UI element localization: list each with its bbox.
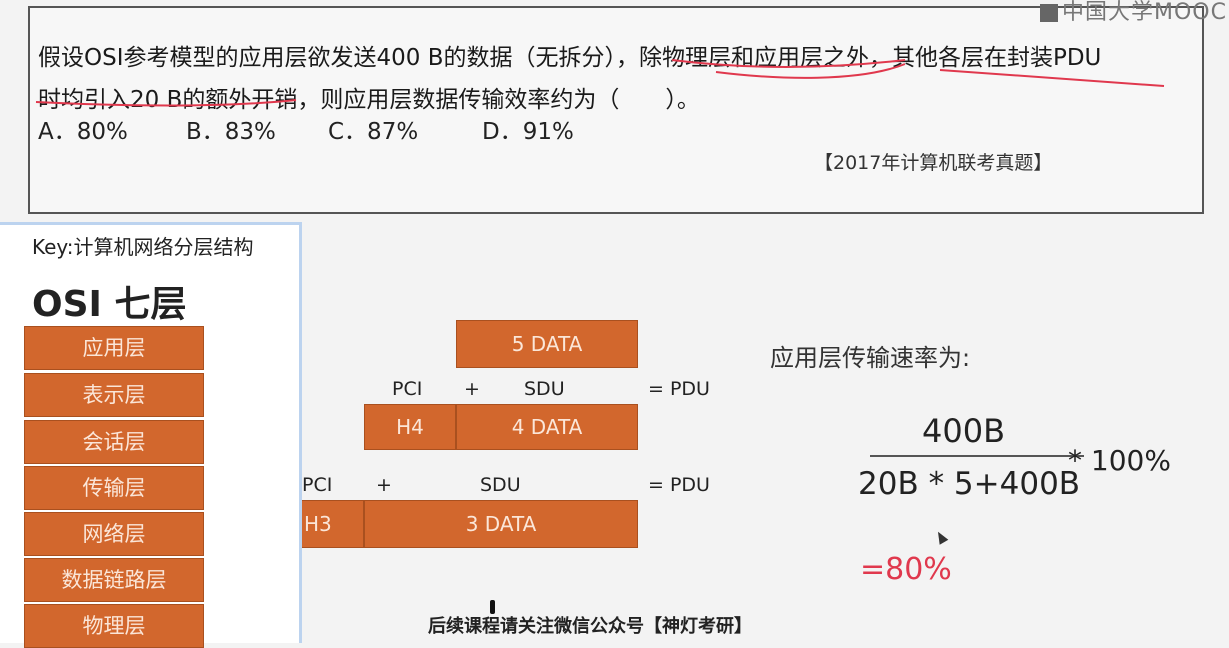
layer-datalink: 数据链路层 (24, 558, 204, 602)
data-box-4: 4 DATA (456, 404, 638, 450)
data-box-5: 5 DATA (456, 320, 638, 368)
left-panel: Key:计算机网络分层结构 OSI 七层 应用层 表示层 会话层 传输层 网络层… (0, 222, 302, 648)
mouse-cursor-icon (933, 529, 949, 545)
question-box: 假设OSI参考模型的应用层欲发送400 B的数据（无拆分），除物理层和应用层之外… (28, 6, 1204, 214)
logo-text: 中国大学MOOC (1062, 0, 1227, 25)
plus-label-row2: + (464, 378, 480, 400)
sdu-label-row2: SDU (524, 378, 565, 400)
header-box-h4: H4 (364, 404, 456, 450)
layer-application: 应用层 (24, 326, 204, 370)
fraction-denominator: 20B * 5+400B (858, 466, 1081, 502)
layer-physical: 物理层 (24, 604, 204, 648)
data-box-3: 3 DATA (364, 500, 638, 548)
footer-note: 后续课程请关注微信公众号【神灯考研】 (428, 616, 752, 637)
osi-title: OSI 七层 (32, 284, 187, 325)
mooc-logo: 中国大学MOOC (1040, 0, 1227, 26)
option-a: A．80% (38, 119, 128, 145)
layer-network: 网络层 (24, 512, 204, 556)
question-line-2: 时均引入20 B的额外开销，则应用层数据传输效率约为（ ）。 (38, 87, 700, 113)
result-value: =80% (860, 552, 952, 587)
header-box-h3: H3 (302, 500, 364, 548)
pdu-label-row2: = PDU (648, 378, 710, 400)
sdu-label-row3: SDU (480, 474, 521, 496)
layer-presentation: 表示层 (24, 373, 204, 417)
question-line-1: 假设OSI参考模型的应用层欲发送400 B的数据（无拆分），除物理层和应用层之外… (38, 45, 1102, 71)
layer-transport: 传输层 (24, 466, 204, 510)
fraction-numerator: 400B (922, 412, 1006, 450)
option-c: C．87% (328, 119, 419, 145)
calc-title: 应用层传输速率为: (770, 344, 971, 372)
fraction-line (870, 455, 1084, 457)
option-d: D．91% (482, 119, 574, 145)
pci-label-row2: PCI (392, 378, 423, 400)
logo-icon (1040, 4, 1058, 22)
option-b: B．83% (186, 119, 276, 145)
pdu-label-row3: = PDU (648, 474, 710, 496)
pci-label-row3: PCI (302, 474, 333, 496)
layer-session: 会话层 (24, 420, 204, 464)
plus-label-row3: + (376, 474, 392, 496)
question-source: 【2017年计算机联考真题】 (814, 152, 1053, 174)
key-label: Key:计算机网络分层结构 (32, 235, 254, 259)
multiplier: * 100% (1068, 444, 1171, 477)
